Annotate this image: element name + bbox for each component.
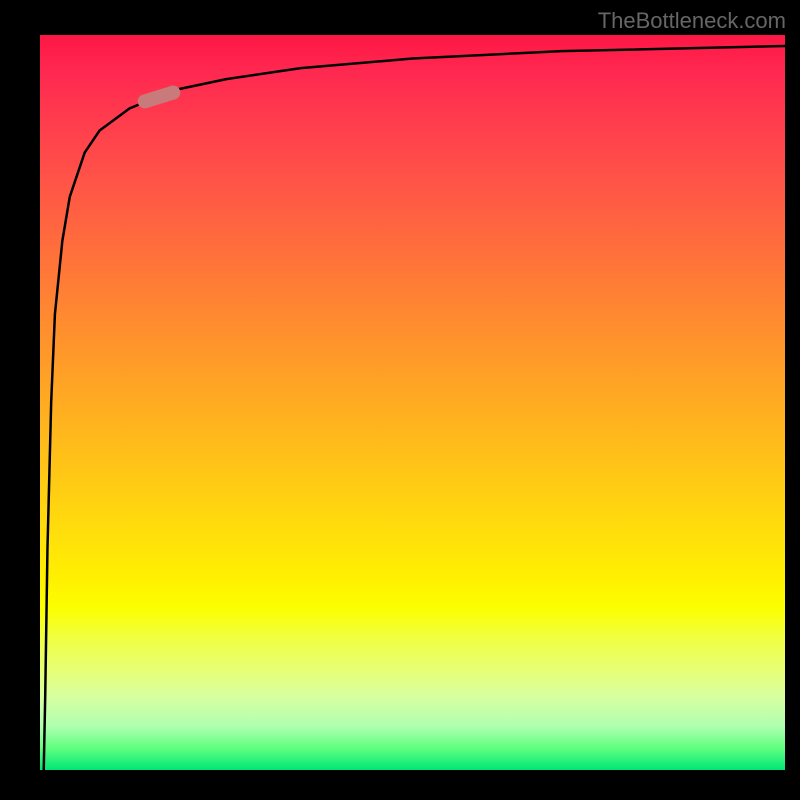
curve-line <box>40 35 785 770</box>
watermark-text: TheBottleneck.com <box>598 8 786 34</box>
chart-area <box>40 35 785 770</box>
